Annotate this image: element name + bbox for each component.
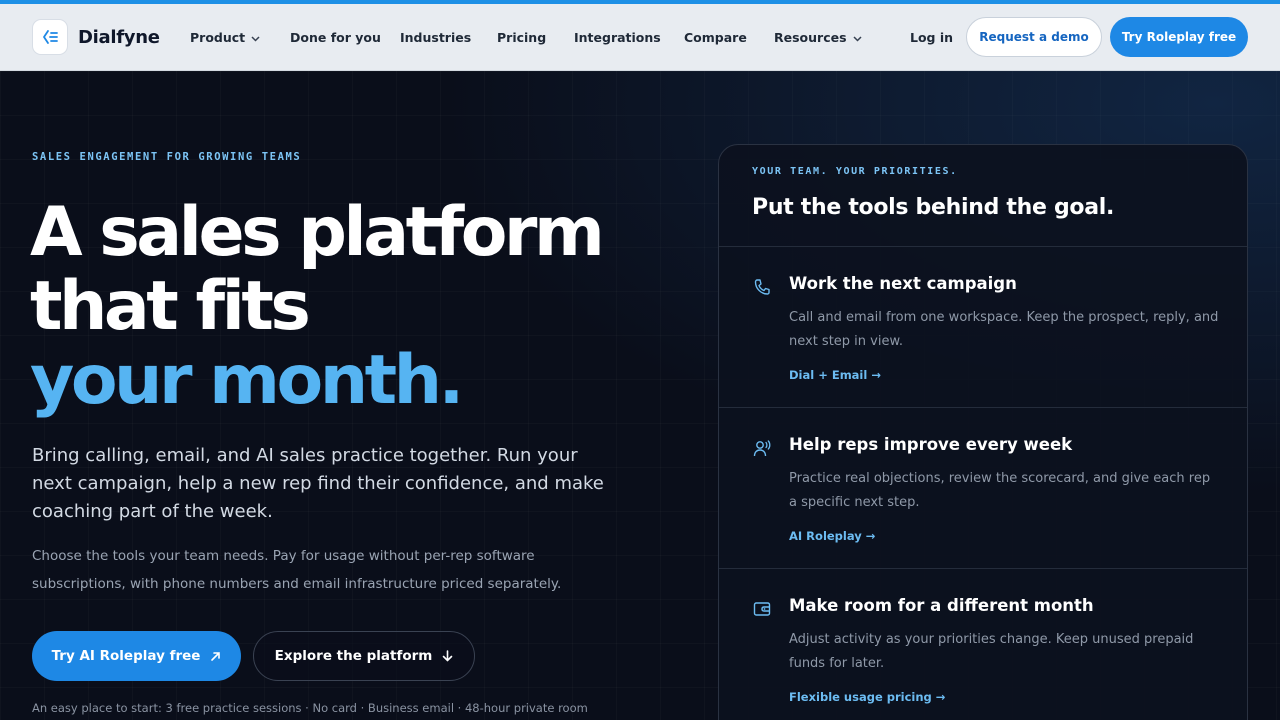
request-demo-button[interactable]: Request a demo [966, 17, 1102, 57]
arrow-up-right-icon [210, 651, 221, 662]
nav-pricing[interactable]: Pricing [497, 4, 546, 70]
feature-description: Call and email from one workspace. Keep … [789, 310, 1219, 349]
hero-headline: A sales platform that fits your month. [30, 193, 605, 420]
nav-done-for-you-label: Done for you [290, 29, 381, 45]
wallet-icon [752, 599, 772, 619]
hero-eyebrow: SALES ENGAGEMENT FOR GROWING TEAMS [32, 151, 302, 163]
nav-resources[interactable]: Resources [774, 4, 862, 70]
feature-title: Help reps improve every week [789, 435, 1073, 454]
chevron-down-icon [853, 30, 862, 45]
feature-pricing: Make room for a different month Adjust a… [719, 569, 1247, 720]
nav-resources-label: Resources [774, 29, 847, 45]
try-roleplay-button[interactable]: Try Roleplay free [1110, 17, 1248, 57]
arrow-down-icon [442, 650, 453, 662]
feature-description: Adjust activity as your priorities chang… [789, 632, 1194, 671]
nav-product[interactable]: Product [190, 4, 260, 70]
hero-subtext: Choose the tools your team needs. Pay fo… [32, 548, 562, 592]
nav-compare[interactable]: Compare [684, 4, 747, 70]
explore-platform-label: Explore the platform [274, 648, 433, 664]
feature-description: Practice real objections, review the sco… [789, 471, 1211, 510]
phone-icon [752, 277, 772, 297]
priorities-card: YOUR TEAM. YOUR PRIORITIES. Put the tool… [718, 144, 1248, 720]
login-link[interactable]: Log in [910, 4, 953, 70]
nav-pricing-label: Pricing [497, 29, 547, 45]
try-ai-roleplay-button[interactable]: Try AI Roleplay free [32, 631, 241, 681]
brand-name: Dialfyne [78, 26, 160, 48]
hero-lead: Bring calling, email, and AI sales pract… [32, 445, 604, 522]
explore-platform-button[interactable]: Explore the platform [253, 631, 475, 681]
hero-footnote: An easy place to start: 3 free practice … [32, 701, 588, 715]
headline-accent: your month. [30, 341, 464, 420]
signal-waves-icon [32, 19, 68, 55]
feature-campaign: Work the next campaign Call and email fr… [719, 247, 1247, 407]
card-eyebrow: YOUR TEAM. YOUR PRIORITIES. [752, 166, 958, 177]
user-voice-icon [752, 438, 772, 458]
nav-industries[interactable]: Industries [400, 4, 471, 70]
try-ai-roleplay-label: Try AI Roleplay free [51, 648, 201, 664]
nav-compare-label: Compare [684, 29, 747, 45]
brand-logo[interactable]: Dialfyne [32, 19, 160, 55]
feature-title: Make room for a different month [789, 596, 1094, 615]
nav-integrations[interactable]: Integrations [574, 4, 661, 70]
nav-done-for-you[interactable]: Done for you [290, 4, 381, 70]
nav-integrations-label: Integrations [574, 29, 661, 45]
nav-industries-label: Industries [400, 29, 472, 45]
card-title: Put the tools behind the goal. [752, 195, 1115, 220]
headline-line-2: that fits [30, 267, 311, 346]
feature-title: Work the next campaign [789, 274, 1017, 293]
dial-email-link[interactable]: Dial + Email → [789, 368, 881, 382]
navbar: Dialfyne Product Done for you Industries… [0, 4, 1280, 71]
login-label: Log in [910, 29, 954, 45]
headline-line-1: A sales platform [30, 193, 605, 272]
ai-roleplay-link[interactable]: AI Roleplay → [789, 529, 875, 543]
feature-reps: Help reps improve every week Practice re… [719, 408, 1247, 568]
nav-product-label: Product [190, 29, 246, 45]
chevron-down-icon [251, 30, 260, 45]
flexible-pricing-link[interactable]: Flexible usage pricing → [789, 690, 945, 704]
